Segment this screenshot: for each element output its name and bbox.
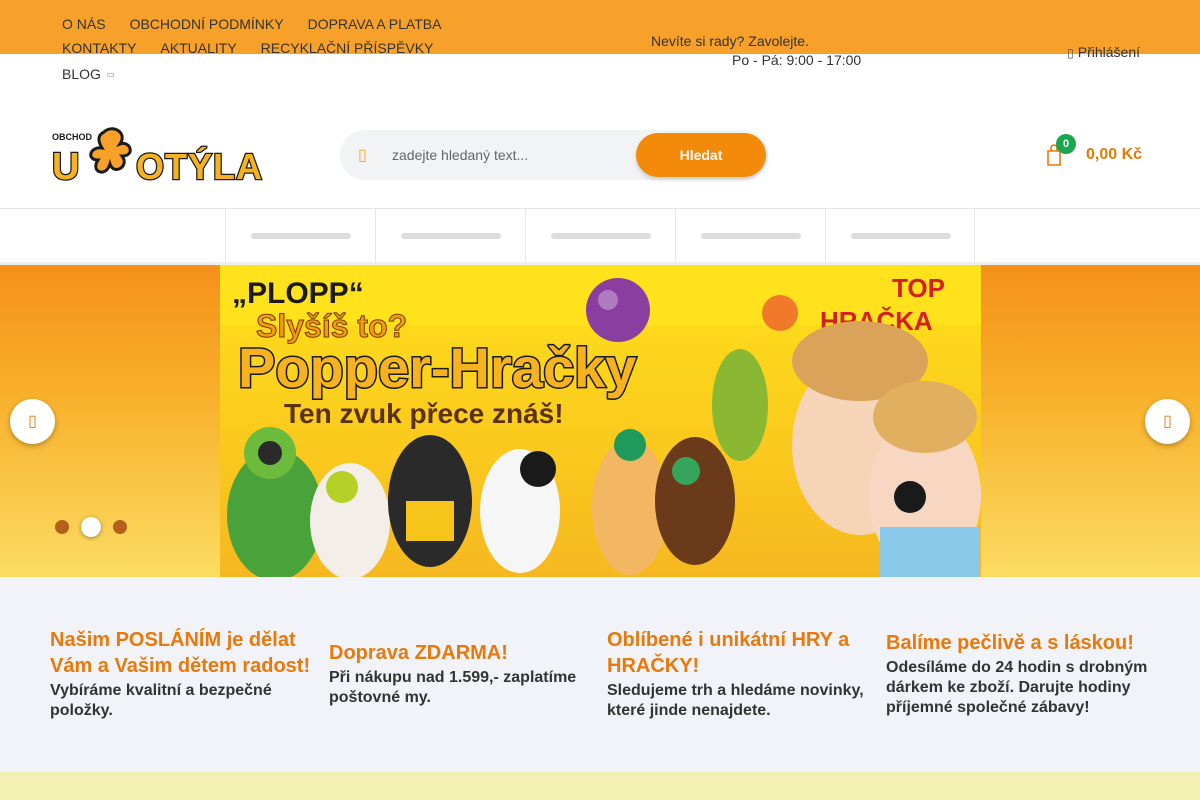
nav-link-aktuality[interactable]: Aktuality	[160, 36, 236, 60]
banner-image[interactable]: „PLOPP“ Slyšíš to? Popper-Hračky Ten zvu…	[220, 265, 981, 577]
logo-small-text: OBCHOD	[52, 132, 92, 142]
loading-placeholder	[701, 233, 801, 239]
benefit-item: Doprava ZDARMA! Při nákupu nad 1.599,- z…	[329, 640, 589, 708]
benefit-text: Při nákupu nad 1.599,- zaplatíme poštovn…	[329, 669, 577, 706]
site-logo[interactable]: OBCHOD U OTÝLA	[50, 126, 282, 186]
nav-link-recyklacni-prispevky[interactable]: Recyklační příspěvky	[261, 36, 434, 60]
contact-line: Nevíte si rady? Zavolejte.	[651, 33, 809, 49]
category-item[interactable]	[375, 209, 525, 263]
category-item[interactable]	[225, 209, 375, 263]
opening-hours: Po - Pá: 9:00 - 17:00	[732, 52, 862, 68]
loading-placeholder	[401, 233, 501, 239]
top-bar-lower	[0, 54, 1200, 100]
nav-link-o-nas[interactable]: O nás	[62, 12, 106, 36]
benefit-item: Oblíbené i unikátní HRY a HRAČKY! Sleduj…	[607, 627, 875, 721]
banner-badge-top: TOP	[892, 273, 945, 303]
search-icon: ▯	[358, 147, 367, 164]
login-link[interactable]: ▯ Přihlášení	[1067, 44, 1140, 60]
nav-link-doprava-a-platba[interactable]: Doprava a platba	[308, 12, 442, 36]
banner-headline-small: „PLOPP“	[232, 277, 364, 310]
benefits-section: Našim POSLÁNÍM je dělat Vám a Vašim děte…	[0, 577, 1200, 772]
loading-placeholder	[551, 233, 651, 239]
category-item[interactable]	[825, 209, 975, 263]
category-item[interactable]	[675, 209, 825, 263]
loading-placeholder	[851, 233, 951, 239]
benefit-text: Sledujeme trh a hledáme novinky, které j…	[607, 682, 864, 719]
slider-dot[interactable]	[55, 520, 69, 534]
benefit-title: Oblíbené i unikátní HRY a HRAČKY!	[607, 629, 850, 677]
benefit-item: Našim POSLÁNÍM je dělat Vám a Vašim děte…	[50, 627, 320, 721]
benefit-title: Doprava ZDARMA!	[329, 642, 508, 664]
banner-title: Popper-Hračky	[238, 336, 636, 399]
svg-text:U: U	[52, 146, 80, 186]
banner-subtitle: Ten zvuk přece znáš!	[284, 398, 564, 429]
slider-prev-button[interactable]: ▯	[10, 399, 55, 444]
slider-dot-active[interactable]	[81, 517, 101, 537]
benefit-title: Našim POSLÁNÍM je dělat Vám a Vašim děte…	[50, 629, 311, 677]
nav-link-blog[interactable]: Blog	[62, 62, 101, 86]
category-menu	[0, 208, 1200, 265]
benefit-item: Balíme pečlivě a s láskou! Odesíláme do …	[886, 630, 1156, 718]
cart-count-badge: 0	[1056, 134, 1076, 154]
search-bar: ▯ Hledat	[340, 130, 768, 180]
slider-dot[interactable]	[113, 520, 127, 534]
category-item[interactable]	[525, 209, 675, 263]
slider-next-button[interactable]: ▯	[1145, 399, 1190, 444]
loading-placeholder	[251, 233, 351, 239]
benefit-text: Odesíláme do 24 hodin s drobným dárkem k…	[886, 659, 1148, 716]
cart-total: 0,00 Kč	[1086, 146, 1143, 163]
footer-strip	[0, 772, 1200, 800]
svg-text:OTÝLA: OTÝLA	[136, 146, 263, 186]
search-button[interactable]: Hledat	[636, 133, 766, 177]
login-label: Přihlášení	[1077, 44, 1140, 60]
chevron-down-icon[interactable]: ▭	[107, 70, 115, 79]
hero-slider: „PLOPP“ Slyšíš to? Popper-Hračky Ten zvu…	[0, 265, 1200, 577]
benefit-title: Balíme pečlivě a s láskou!	[886, 632, 1134, 654]
nav-link-kontakty[interactable]: Kontakty	[62, 36, 136, 60]
top-navigation: O nás Obchodní podmínky Doprava a platba…	[50, 12, 470, 82]
benefit-text: Vybíráme kvalitní a bezpečné položky.	[50, 682, 272, 719]
user-icon: ▯	[1067, 46, 1074, 60]
search-input[interactable]	[392, 142, 642, 168]
nav-link-obchodni-podminky[interactable]: Obchodní podmínky	[130, 12, 284, 36]
butterfly-icon	[89, 127, 132, 174]
contact-info: Nevíte si rady? Zavolejte. Po - Pá: 9:00…	[651, 33, 861, 69]
slider-pagination	[55, 517, 142, 537]
